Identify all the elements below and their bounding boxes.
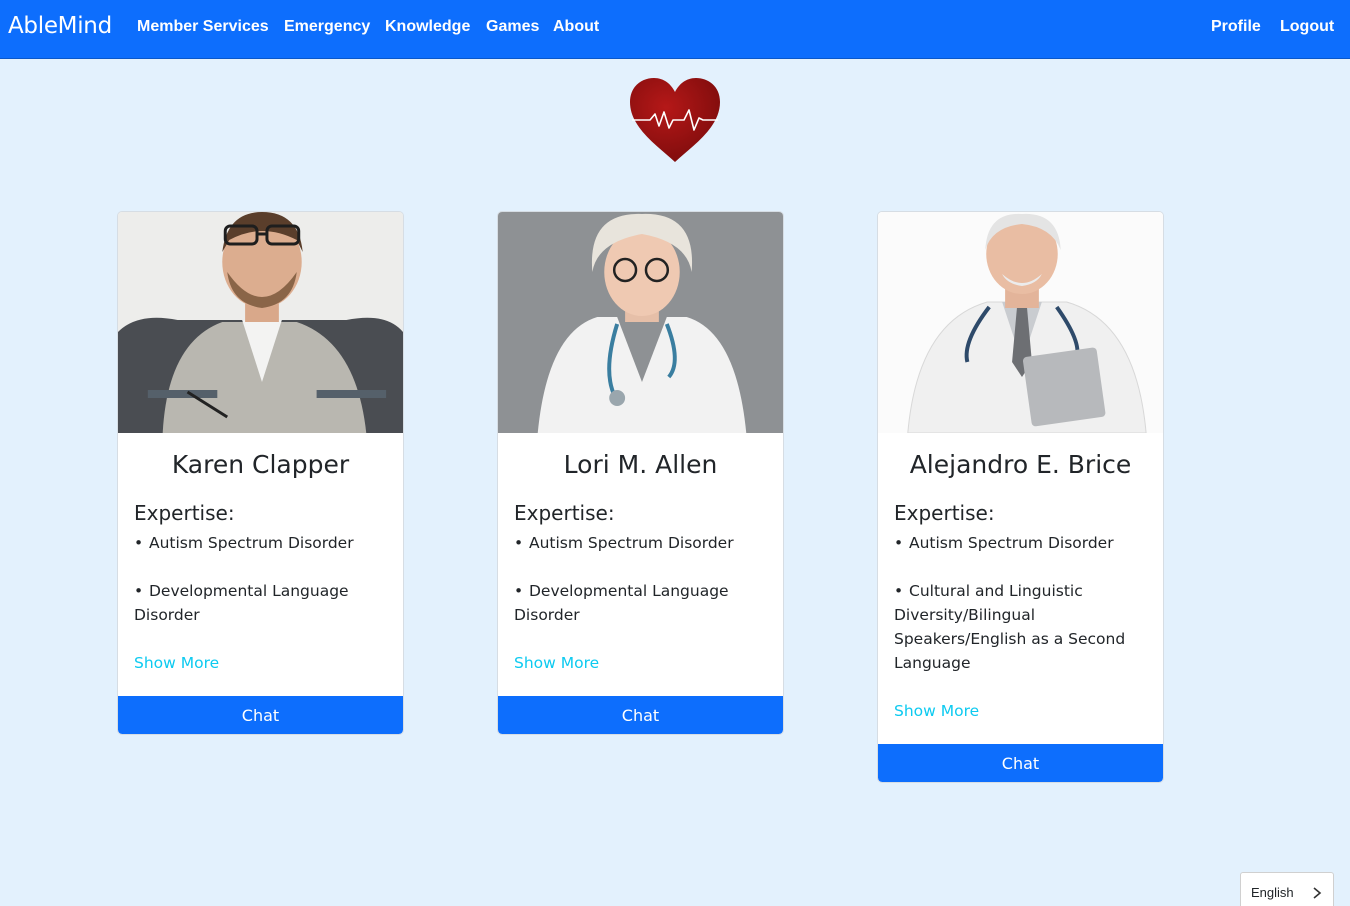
therapist-name: Karen Clapper [171, 450, 350, 479]
therapist-photo [498, 212, 783, 433]
show-more-link[interactable]: Show More [894, 699, 1147, 744]
expertise-item: • Autism Spectrum Disorder [894, 534, 1114, 552]
therapist-card: Lori M. Allen Expertise: • Autism Spectru… [497, 211, 784, 735]
expertise-item: • Autism Spectrum Disorder [514, 534, 734, 552]
therapist-photo [878, 212, 1163, 433]
therapist-card: Alejandro E. Brice Expertise: • Autism Sp… [877, 211, 1164, 783]
expertise-heading: Expertise: [514, 501, 615, 525]
expertise-item: • Autism Spectrum Disorder [134, 534, 354, 552]
chat-button[interactable]: Chat [118, 696, 403, 734]
nav-games[interactable]: Games [486, 18, 539, 36]
nav-profile[interactable]: Profile [1211, 18, 1261, 36]
expertise-item: • Developmental Language Disorder [134, 582, 349, 624]
language-label: English [1251, 885, 1294, 900]
chat-button[interactable]: Chat [498, 696, 783, 734]
nav-knowledge[interactable]: Knowledge [385, 18, 470, 36]
therapist-name: Lori M. Allen [563, 450, 718, 479]
brand-logo[interactable]: AbleMind [8, 13, 112, 39]
expertise-item: • Developmental Language Disorder [514, 582, 729, 624]
nav-logout[interactable]: Logout [1280, 18, 1334, 36]
chevron-right-icon [1311, 885, 1323, 904]
therapist-name: Alejandro E. Brice [909, 450, 1132, 479]
expertise-heading: Expertise: [134, 501, 235, 525]
therapist-card: Karen Clapper Expertise: • Autism Spectru… [117, 211, 404, 735]
show-more-link[interactable]: Show More [134, 651, 387, 696]
top-navbar: AbleMind Member Services Emergency Knowl… [0, 0, 1350, 59]
heartbeat-heart-icon [628, 76, 722, 164]
show-more-link[interactable]: Show More [514, 651, 767, 696]
expertise-item: • Cultural and Linguistic Diversity/Bilin… [894, 582, 1126, 672]
language-selector[interactable]: English [1240, 872, 1334, 906]
therapist-photo [118, 212, 403, 433]
chat-button[interactable]: Chat [878, 744, 1163, 782]
nav-member-services[interactable]: Member Services [137, 18, 269, 36]
nav-about[interactable]: About [553, 18, 599, 36]
nav-emergency[interactable]: Emergency [284, 18, 370, 36]
expertise-heading: Expertise: [894, 501, 995, 525]
